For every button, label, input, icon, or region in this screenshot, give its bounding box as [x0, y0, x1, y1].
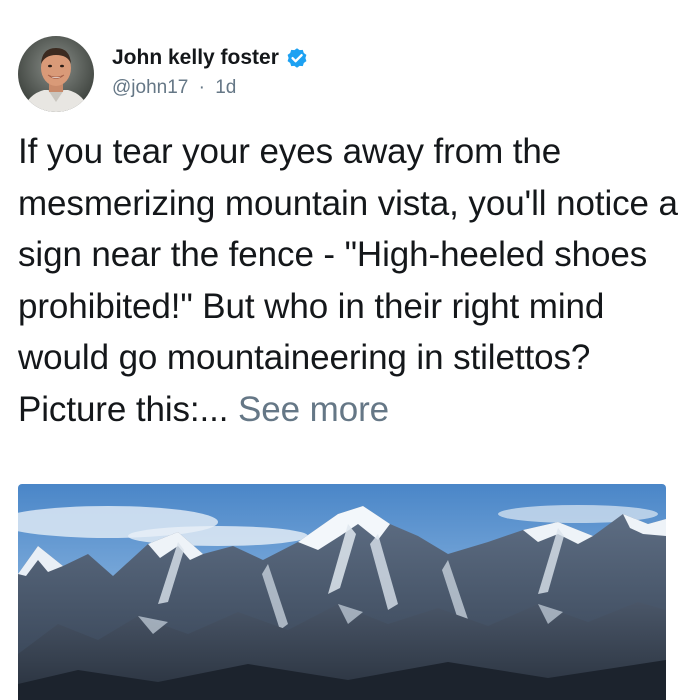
author-display-name[interactable]: John kelly foster: [112, 46, 279, 70]
post-card: John kelly foster @john17 · 1d If you te…: [0, 0, 700, 700]
post-text: If you tear your eyes away from the mesm…: [18, 126, 682, 435]
post-body: If you tear your eyes away from the mesm…: [18, 132, 678, 429]
post-image[interactable]: [18, 484, 666, 700]
meta-separator: ·: [198, 77, 205, 98]
name-row: John kelly foster: [112, 43, 309, 73]
verified-badge-icon: [285, 46, 309, 70]
post-header: John kelly foster @john17 · 1d: [18, 36, 309, 112]
author-info: John kelly foster @john17 · 1d: [112, 43, 309, 99]
author-handle[interactable]: @john17: [112, 77, 188, 98]
post-meta: @john17 · 1d: [112, 77, 309, 99]
post-age[interactable]: 1d: [215, 77, 236, 98]
avatar[interactable]: [18, 36, 94, 112]
see-more-link[interactable]: See more: [238, 390, 389, 429]
